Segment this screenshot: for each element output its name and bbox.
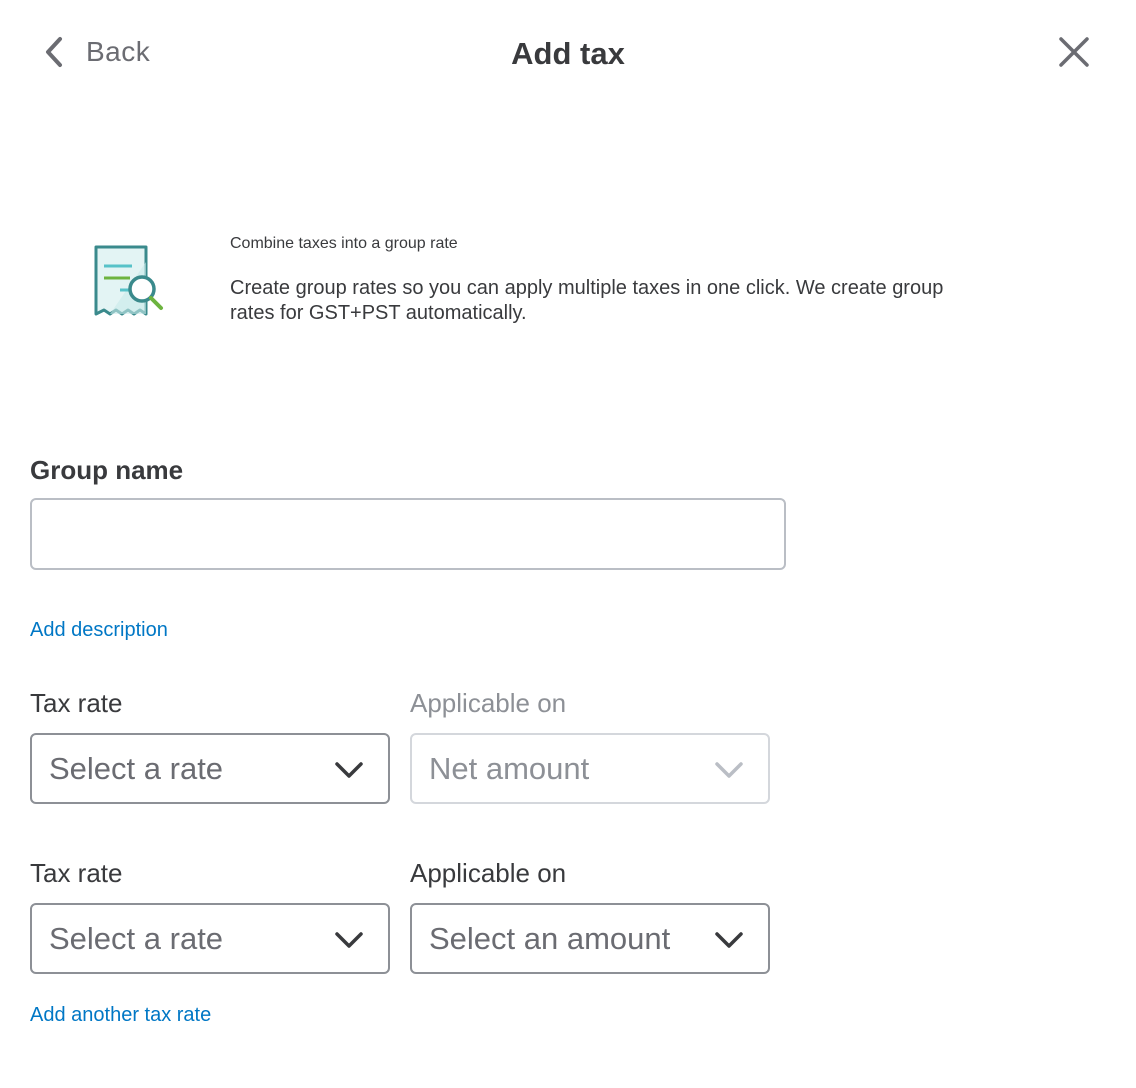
applicable-on-select-2[interactable]: Select an amount [410,903,770,974]
info-banner: Combine taxes into a group rate Create g… [90,230,990,340]
header: Back Add tax [0,0,1136,100]
chevron-down-icon [335,932,363,948]
tax-rate-select-2[interactable]: Select a rate [30,903,390,974]
tax-rate-select-1[interactable]: Select a rate [30,733,390,804]
tax-rate-label-2: Tax rate [30,858,123,888]
applicable-on-label-2: Applicable on [410,858,567,888]
info-body: Create group rates so you can apply mult… [230,277,944,324]
applicable-on-select-1-value: Net amount [429,750,590,786]
applicable-on-select-1: Net amount [410,733,770,804]
receipt-magnifier-icon [94,245,163,316]
add-another-tax-rate-link[interactable]: Add another tax rate [30,1004,211,1027]
page-title: Add tax [511,36,625,71]
tax-rate-label-1: Tax rate [30,688,123,718]
applicable-on-label-1: Applicable on [410,688,567,718]
group-name-label: Group name [30,455,184,485]
chevron-down-icon [335,762,363,778]
applicable-on-select-2-value: Select an amount [429,920,671,956]
tax-rate-select-1-value: Select a rate [49,750,224,786]
group-name-input[interactable] [30,498,786,570]
chevron-down-icon [715,932,743,948]
add-description-link[interactable]: Add description [30,619,168,642]
tax-rate-select-2-value: Select a rate [49,920,224,956]
info-title: Combine taxes into a group rate [230,235,458,252]
chevron-down-icon [715,762,743,778]
close-icon[interactable] [1056,34,1092,70]
